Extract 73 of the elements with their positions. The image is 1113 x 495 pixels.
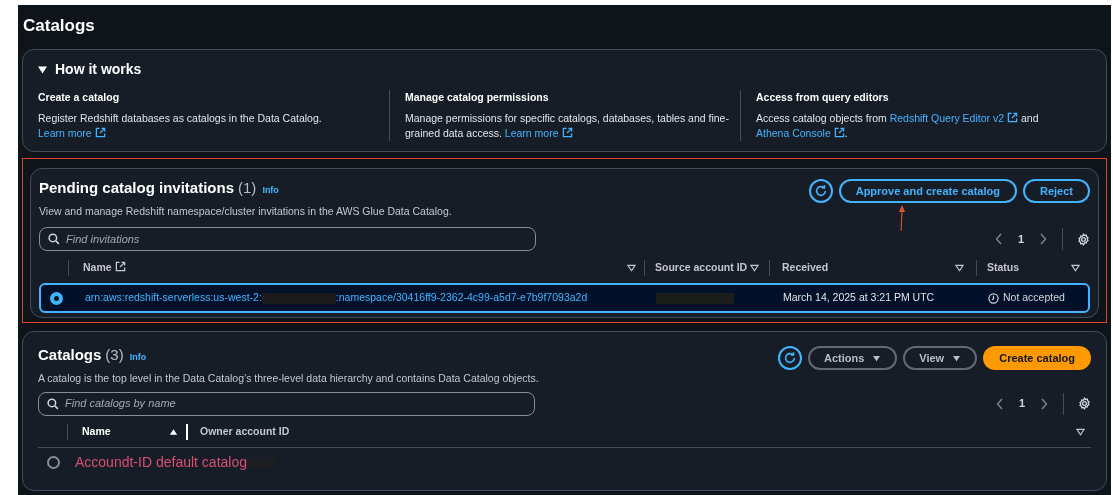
external-link-icon — [94, 126, 106, 138]
status-text: Not accepted — [1003, 290, 1065, 306]
table-cell[interactable]: Accoundt-ID default catalog — [75, 452, 247, 473]
info-link[interactable]: Info — [129, 351, 147, 365]
dropdown-button[interactable]: Actions — [807, 346, 898, 371]
info-link[interactable]: Info — [262, 184, 279, 198]
column-header[interactable]: Name — [82, 424, 111, 440]
page-title: Catalogs — [23, 15, 96, 37]
search-field[interactable]: Find invitations — [39, 227, 536, 252]
item-count: (1) — [238, 178, 257, 198]
column-text: Register Redshift databases as catalogs in the Data Catalog. Learn more — [38, 110, 323, 141]
expand-toggle[interactable]: How it works — [38, 59, 142, 80]
external-link-icon — [1007, 111, 1019, 123]
help-link[interactable]: Redshift Query Editor v2 — [889, 111, 1019, 124]
radio-button[interactable] — [46, 456, 60, 469]
section-title: Catalogs — [38, 345, 102, 366]
settings-icon[interactable] — [1078, 397, 1091, 410]
column-header[interactable]: Name — [83, 260, 126, 277]
clock-icon — [988, 292, 999, 304]
section-description: View and manage Redshift namespace/cluster invitations in the AWS Glue Data Catalog. — [39, 203, 452, 219]
dropdown-button[interactable]: View — [903, 346, 978, 371]
external-link-icon — [833, 126, 845, 138]
radio-button[interactable] — [49, 291, 63, 305]
external-link-icon — [114, 261, 126, 273]
caret-icon — [872, 354, 882, 362]
table-cell[interactable]: arn:aws:redshift-serverless:us-west-2: — [85, 290, 262, 307]
search-icon — [48, 233, 60, 246]
sort-icon[interactable] — [955, 264, 964, 273]
table-cell[interactable]: :namespace/30416ff9-2362-4c99-a5d7-e7b9f7093a2d — [335, 290, 588, 307]
refresh-icon — [782, 351, 797, 366]
column-header[interactable]: Owner account ID — [200, 424, 290, 440]
column-header[interactable]: Received — [782, 260, 829, 277]
refresh-icon — [813, 184, 828, 198]
action-button[interactable]: Approve and create catalog — [838, 179, 1017, 203]
sort-ascending-icon[interactable] — [169, 428, 178, 436]
column-header[interactable]: Source account ID — [655, 260, 748, 277]
table-row[interactable]: arn:aws:redshift-serverless:us-west-2: :namespace/30416ff9-2362-4c99-a5d7-e7b9f7093a2d March 14, 2025 at 3:21 PM UTC Not accepted — [39, 283, 1090, 314]
page-number[interactable]: 1 — [1017, 231, 1024, 248]
create-button[interactable]: Create catalog — [983, 346, 1091, 371]
search-icon — [47, 397, 59, 410]
caret-icon — [952, 354, 962, 362]
item-count: (3) — [105, 345, 124, 366]
next-page-icon[interactable] — [1039, 397, 1049, 410]
search-input[interactable]: Find invitations — [66, 231, 527, 248]
previous-page-icon[interactable] — [994, 397, 1005, 410]
previous-page-icon[interactable] — [993, 233, 1004, 246]
table-cell: March 14, 2025 at 3:21 PM UTC — [783, 291, 935, 304]
settings-icon[interactable] — [1077, 232, 1090, 246]
sort-icon[interactable] — [1071, 264, 1080, 273]
column-text: Access catalog objects from Redshift Query Editor v2 and Athena Console . — [756, 110, 1040, 141]
sort-icon[interactable] — [627, 264, 636, 273]
section-title: Pending catalog invitations — [39, 178, 235, 198]
refresh-button[interactable] — [808, 179, 833, 203]
search-input[interactable]: Find catalogs by name — [65, 395, 526, 412]
help-link[interactable]: Learn more — [38, 126, 106, 139]
column-text: Manage permissions for specific catalogs, databases, tables and fine-grained data access. Learn more — [405, 110, 730, 141]
search-field[interactable]: Find catalogs by name — [38, 391, 535, 416]
annotation-arrow — [897, 205, 906, 231]
action-button[interactable]: Reject — [1022, 179, 1090, 203]
column-heading: Access from query editors — [756, 90, 890, 105]
column-header[interactable]: Status — [987, 260, 1020, 277]
sort-icon[interactable] — [750, 264, 759, 273]
section-description: A catalog is the top level in the Data Catalog’s three-level data hierarchy and contains Data Catalog objects. — [38, 370, 539, 386]
external-link-icon — [561, 126, 573, 138]
next-page-icon[interactable] — [1038, 233, 1048, 246]
column-heading: Manage catalog permissions — [405, 90, 550, 105]
help-link[interactable]: Athena Console — [756, 126, 845, 139]
refresh-button[interactable] — [777, 346, 802, 371]
page-number[interactable]: 1 — [1018, 395, 1025, 412]
table-row[interactable]: Accoundt-ID default catalog — [38, 447, 1091, 478]
help-link[interactable]: Learn more — [504, 126, 573, 139]
sort-icon[interactable] — [1076, 428, 1085, 436]
column-heading: Create a catalog — [38, 90, 121, 105]
